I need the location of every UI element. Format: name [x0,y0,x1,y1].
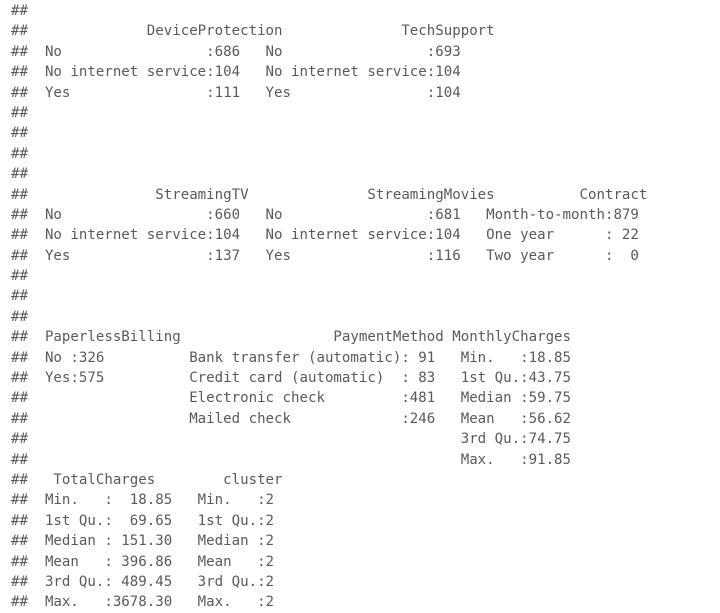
console-line: ## [11,125,37,142]
console-line: ## [11,145,37,162]
console-line: ## [11,104,37,121]
console-line: ## Median : 151.30 Median :2 [11,533,292,550]
console-line: ## StreamingTV StreamingMovies Contract [11,186,665,203]
console-line: ## Electronic check :481 Median :59.75 [11,390,580,407]
console-line: ## No :686 No :693 [11,43,512,60]
console-line: ## 3rd Qu.:74.75 [11,431,580,448]
console-line: ## 3rd Qu.: 489.45 3rd Qu.:2 [11,573,292,590]
console-line: ## No :660 No :681 Month-to-month:879 [11,206,665,223]
console-line: ## Min. : 18.85 Min. :2 [11,492,292,509]
console-line: ## DeviceProtection TechSupport [11,23,512,40]
console-line: ## [11,166,37,183]
console-line: ## No internet service:104 No internet s… [11,64,512,81]
console-line: ## 1st Qu.: 69.65 1st Qu.:2 [11,512,292,529]
console-line: ## Yes :137 Yes :116 Two year : 0 [11,247,665,264]
console-line: ## [11,288,37,305]
console-line: ## [11,268,37,285]
console-line: ## Mean : 396.86 Mean :2 [11,553,292,570]
console-line: ## Max. :91.85 [11,451,580,468]
console-output: ## ## DeviceProtection TechSupport ## No… [0,0,720,613]
console-line: ## [11,308,37,325]
console-line: ## Yes :111 Yes :104 [11,84,512,101]
console-line: ## No internet service:104 No internet s… [11,227,665,244]
console-line: ## Yes:575 Credit card (automatic) : 83 … [11,370,580,387]
console-line: ## [11,3,37,19]
console-line: ## TotalCharges cluster [11,471,292,488]
console-line: ## No :326 Bank transfer (automatic): 91… [11,349,580,366]
console-line: ## Max. :3678.30 Max. :2 [11,594,292,611]
console-line: ## Mailed check :246 Mean :56.62 [11,410,580,427]
console-line: ## PaperlessBilling PaymentMethod Monthl… [11,329,580,346]
